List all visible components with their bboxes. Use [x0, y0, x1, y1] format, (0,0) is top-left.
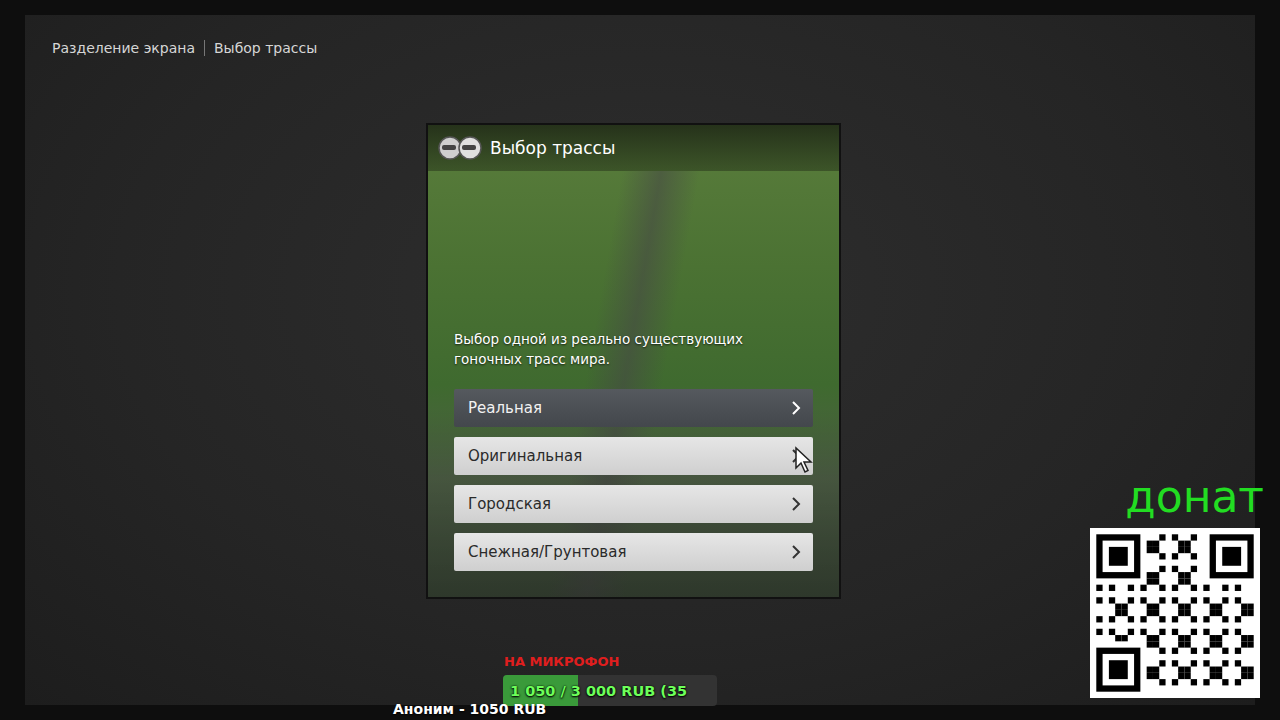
dialog-title: Выбор трассы [490, 138, 615, 158]
donate-widget: донат [1088, 472, 1264, 698]
option-button[interactable]: Снежная/Грунтовая [454, 533, 813, 571]
goal-text: 1 050 / 3 000 RUB (35 [503, 683, 687, 699]
menu-frame: Разделение экранаВыбор трассыВыбор трасс… [25, 15, 1255, 705]
helmets-icon [436, 134, 486, 162]
game-screen: Разделение экранаВыбор трассыВыбор трасс… [0, 0, 1280, 720]
goal-title: НА МИКРОФОН [504, 654, 717, 670]
dialog-area: Выбор трассы Выбор одной из реально сущес… [25, 123, 1255, 599]
donation-goal: НА МИКРОФОН 1 050 / 3 000 RUB (35 [503, 654, 717, 706]
option-button[interactable]: Оригинальная [454, 437, 813, 475]
chevron-icon [791, 545, 801, 559]
option-button[interactable]: Городская [454, 485, 813, 523]
cursor-icon [794, 446, 816, 474]
breadcrumb-item: Разделение экрана [52, 38, 195, 58]
option-list: Реальная Оригинальная Городская Снежная/Гру… [454, 389, 813, 571]
track-photo: Выбор одной из реально существующих гоно… [428, 171, 839, 597]
breadcrumb: Разделение экрана Выбор трассы [25, 15, 1255, 58]
option-button[interactable]: Реальная [454, 389, 813, 427]
chevron-icon [791, 497, 801, 511]
dialog-description: Выбор одной из реально существующих гоно… [454, 329, 774, 369]
donate-label: донат [1125, 472, 1264, 522]
dialog-header: Выбор трассы [428, 125, 839, 171]
qr-code-icon[interactable] [1090, 528, 1260, 698]
last-donation: Аноним - 1050 RUB [393, 701, 546, 718]
track-select-dialog: Выбор трассы Выбор одной из реально сущес… [426, 123, 841, 599]
chevron-icon [791, 401, 801, 415]
breadcrumb-item: Выбор трассы [204, 40, 317, 56]
